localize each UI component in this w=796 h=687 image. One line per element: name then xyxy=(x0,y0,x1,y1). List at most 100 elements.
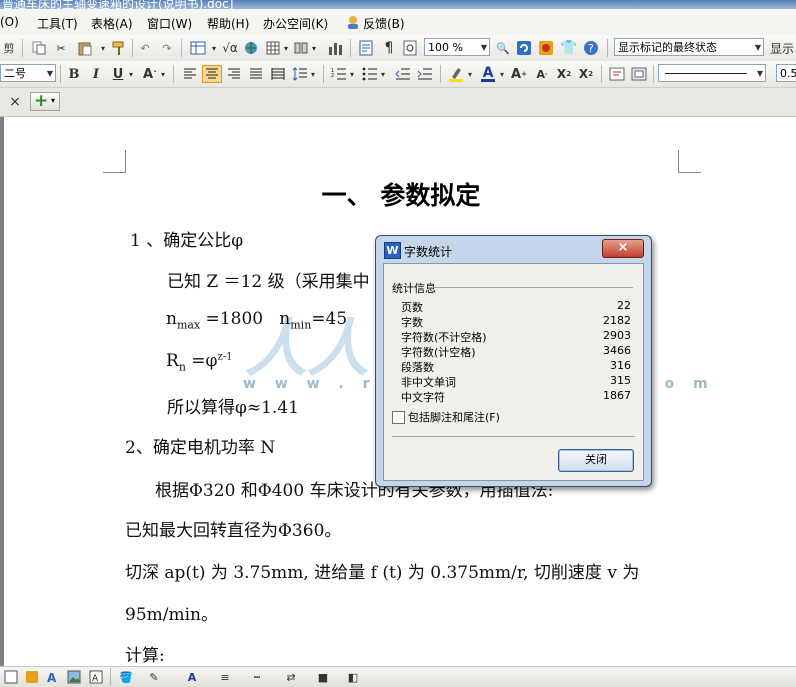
doc-line-rn-formula: Rn =φz-1 xyxy=(166,351,233,374)
underline-dropdown-icon[interactable]: ▾ xyxy=(126,65,136,83)
shrink-font-icon[interactable]: A- xyxy=(533,65,551,83)
arrow-style-icon[interactable]: ⇄ xyxy=(282,668,300,686)
align-center-icon[interactable] xyxy=(202,65,222,83)
grow-font-icon[interactable]: A + xyxy=(510,65,528,83)
fill-color-icon[interactable]: 🪣 xyxy=(118,668,134,686)
textbox-icon[interactable]: A xyxy=(88,668,104,686)
help-icon[interactable]: ? xyxy=(582,39,600,57)
dialog-title: 字数统计 xyxy=(404,245,453,259)
stat-value: 315 xyxy=(610,374,631,387)
line-spacing-icon[interactable] xyxy=(290,65,310,83)
copy-icon[interactable] xyxy=(30,39,48,57)
line-spacing-dropdown-icon[interactable]: ▾ xyxy=(308,65,318,83)
insert-picture-icon[interactable] xyxy=(66,668,82,686)
decrease-indent-icon[interactable] xyxy=(393,65,413,83)
menu-item-table[interactable]: 表格(A) xyxy=(91,15,133,32)
italic-button[interactable]: I xyxy=(87,65,105,83)
align-right-icon[interactable] xyxy=(224,65,244,83)
menu-item-format[interactable]: (O) xyxy=(0,15,19,29)
subscript-icon[interactable]: X2 xyxy=(577,65,595,83)
track-changes-dropdown-icon: ▼ xyxy=(754,43,761,52)
shirt-skin-icon[interactable]: 👕 xyxy=(560,39,578,57)
font-size-value: 二号 xyxy=(4,67,26,80)
paste-dropdown-icon[interactable]: ▾ xyxy=(98,39,108,57)
bar-chart-icon[interactable] xyxy=(324,39,346,57)
menu-item-tools[interactable]: 工具(T) xyxy=(37,15,78,32)
wordart-icon[interactable]: A xyxy=(45,668,61,686)
print-preview-icon[interactable] xyxy=(400,39,420,57)
grid-dropdown-icon[interactable]: ▾ xyxy=(281,39,291,57)
menu-item-office-space[interactable]: 办公空间(K) xyxy=(263,15,328,32)
include-footnotes-checkbox[interactable] xyxy=(392,411,405,424)
bullet-list-icon[interactable] xyxy=(360,65,380,83)
select-objects-icon[interactable] xyxy=(3,668,19,686)
formula-icon[interactable]: √α xyxy=(220,39,240,57)
draw-font-color-icon[interactable]: A xyxy=(184,668,200,686)
frame-icon[interactable] xyxy=(630,65,648,83)
insert-table-icon[interactable] xyxy=(188,39,208,57)
doc-line-9: 计算: xyxy=(125,646,165,666)
dialog-close-x-button[interactable]: × xyxy=(602,239,644,258)
menu-item-feedback[interactable]: 反馈(B) xyxy=(363,15,405,32)
scissors-icon[interactable]: ✂ xyxy=(52,39,70,57)
distribute-icon[interactable] xyxy=(268,65,288,83)
stat-label: 非中文单词 xyxy=(401,376,456,389)
track-changes-view-select[interactable]: 显示标记的最终状态 ▼ xyxy=(614,38,764,56)
underline-button[interactable]: U xyxy=(109,65,127,83)
doc-line-7: 已知最大回转直径为Φ360。 xyxy=(125,521,342,541)
close-tab-icon[interactable]: × xyxy=(8,93,22,111)
align-left-icon[interactable] xyxy=(180,65,200,83)
font-size-select[interactable]: 二号 ▼ xyxy=(0,64,56,82)
font-color-dropdown-icon[interactable]: ▾ xyxy=(497,65,507,83)
highlight-icon[interactable] xyxy=(446,65,466,83)
undo-icon[interactable]: ↶ xyxy=(136,39,154,57)
line-color-icon[interactable]: ✎ xyxy=(146,668,162,686)
dash-style-icon[interactable]: ┅ xyxy=(248,668,266,686)
superscript-icon[interactable]: X2 xyxy=(555,65,573,83)
columns-icon[interactable] xyxy=(292,39,310,57)
justify-icon[interactable] xyxy=(246,65,266,83)
paste-icon[interactable] xyxy=(74,39,96,57)
table-grid-icon[interactable] xyxy=(264,39,282,57)
format-painter-icon[interactable] xyxy=(110,39,128,57)
stat-label: 页数 xyxy=(401,301,423,314)
menu-item-window[interactable]: 窗口(W) xyxy=(147,15,192,32)
clipart-icon[interactable] xyxy=(24,668,40,686)
template-icon[interactable] xyxy=(537,39,555,57)
stat-value: 316 xyxy=(610,359,631,372)
refresh-icon[interactable] xyxy=(515,39,533,57)
formatting-toolbar: 二号 ▼ B I U ▾ Aˇ ▾ ▾ 12 ▾ ▾ ▾ A ▾ A + A- X… xyxy=(0,61,796,88)
close-button[interactable]: 关闭 xyxy=(558,449,634,472)
columns-dropdown-icon[interactable]: ▾ xyxy=(309,39,319,57)
document-map-icon[interactable] xyxy=(356,39,376,57)
line-width-select[interactable]: 0.5 xyxy=(776,64,796,82)
bold-button[interactable]: B xyxy=(65,65,83,83)
bullet-dropdown-icon[interactable]: ▾ xyxy=(378,65,388,83)
redo-icon[interactable]: ↷ xyxy=(158,39,176,57)
character-dropdown-icon[interactable]: ▾ xyxy=(158,65,168,83)
line-style-select[interactable]: ▼ xyxy=(658,64,766,82)
hyperlink-globe-icon[interactable] xyxy=(242,39,260,57)
numbered-list-icon[interactable]: 12 xyxy=(329,65,349,83)
font-color-icon[interactable]: A xyxy=(478,65,498,83)
numbered-dropdown-icon[interactable]: ▾ xyxy=(347,65,357,83)
table-dropdown-icon[interactable]: ▾ xyxy=(209,39,219,57)
line-style-icon[interactable]: ≡ xyxy=(216,668,234,686)
stat-label: 中文字符 xyxy=(401,391,445,404)
insert-textbox-icon[interactable] xyxy=(608,65,626,83)
shadow-icon[interactable]: ■ xyxy=(314,668,332,686)
find-binoculars-icon[interactable]: 🔍 xyxy=(494,39,512,57)
3d-style-icon[interactable]: ◧ xyxy=(344,668,362,686)
app-w-icon: W xyxy=(384,242,401,259)
paragraph-marks-icon[interactable]: ¶ xyxy=(379,39,399,57)
highlight-dropdown-icon[interactable]: ▾ xyxy=(465,65,475,83)
page-corner-mark-right xyxy=(678,150,701,173)
character-border-icon[interactable]: Aˇ xyxy=(140,65,160,83)
include-footnotes-label: 包括脚注和尾注(F) xyxy=(408,411,500,424)
menu-item-help[interactable]: 帮助(H) xyxy=(207,15,249,32)
toolbar-cut-fragment[interactable]: 剪 xyxy=(0,39,18,57)
show-menu-button[interactable]: 显示 xyxy=(770,39,796,57)
new-tab-button[interactable]: + ▾ xyxy=(30,91,60,111)
increase-indent-icon[interactable] xyxy=(415,65,435,83)
zoom-select[interactable]: 100 % ▼ xyxy=(424,38,490,56)
